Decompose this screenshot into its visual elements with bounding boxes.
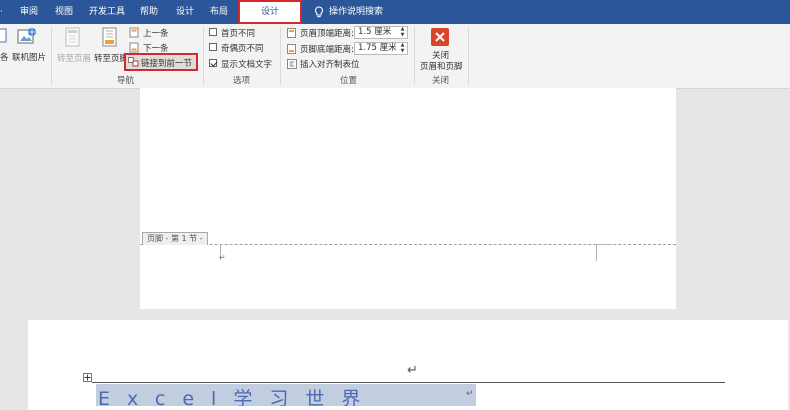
link-icon: [128, 57, 139, 67]
group-separator: [51, 27, 52, 84]
close-header-footer-icon[interactable]: [431, 28, 449, 46]
different-first-page-label[interactable]: 首页不同: [221, 27, 255, 39]
next-button[interactable]: 下一条: [143, 42, 169, 54]
position-group-label: 位置: [340, 76, 358, 86]
ribbon: 各 联机图片 转至页眉 转至页脚 上一条 下一条 链接到前一节 导航 首页不同 …: [0, 24, 790, 89]
footer-section-tag: 页脚 - 第 1 节 -: [142, 232, 208, 245]
footer-paragraph-mark[interactable]: ↵: [219, 253, 226, 262]
tab-design[interactable]: 设计: [176, 0, 194, 24]
spin-down-icon[interactable]: ▼: [399, 33, 406, 38]
alignment-tab-icon: [287, 59, 297, 69]
tab-cut-off[interactable]: ·: [0, 0, 3, 24]
spin-down-icon[interactable]: ▼: [399, 49, 406, 54]
footer-from-bottom-value: 1.75 厘米: [358, 43, 397, 53]
online-pictures-icon[interactable]: [17, 27, 37, 47]
navigation-group-label: 导航: [117, 76, 135, 86]
close-header-footer-line2[interactable]: 页眉和页脚: [420, 60, 463, 72]
online-pictures-label[interactable]: 联机图片: [12, 51, 46, 63]
margin-corner-mark: [596, 244, 612, 245]
item-cut-label: 各: [0, 53, 9, 63]
header-from-top-label: 页眉顶端距离:: [300, 29, 354, 39]
margin-corner-mark: [596, 244, 597, 261]
different-first-page-checkbox[interactable]: [209, 28, 217, 36]
move-icon: [84, 374, 91, 381]
footer-distance-icon: [287, 44, 296, 54]
header-rule-line: [92, 382, 725, 383]
tab-layout[interactable]: 布局: [210, 0, 228, 24]
link-to-previous-label: 链接到前一节: [141, 59, 193, 69]
document-page-1[interactable]: [140, 88, 676, 309]
goto-header-icon: [65, 27, 80, 47]
lightbulb-icon: [314, 5, 324, 17]
show-document-text-checkbox[interactable]: [209, 59, 217, 67]
group-separator: [414, 27, 415, 84]
tell-me-label: 操作说明搜索: [329, 7, 384, 17]
footer-from-bottom-input[interactable]: 1.75 厘米 ▲ ▼: [354, 42, 408, 55]
partial-icon[interactable]: [0, 27, 8, 45]
goto-footer-icon: [102, 27, 117, 47]
link-to-previous-button[interactable]: 链接到前一节: [124, 53, 198, 71]
goto-footer-button[interactable]: 转至页脚: [94, 52, 128, 64]
document-heading[interactable]: Excel学习世界: [96, 384, 476, 406]
close-group-label: 关闭: [432, 76, 450, 86]
different-odd-even-checkbox[interactable]: [209, 43, 217, 51]
previous-section-icon: [129, 27, 139, 38]
group-separator: [203, 27, 204, 84]
footer-from-bottom-label: 页脚底端距离:: [300, 45, 354, 55]
tab-review[interactable]: 审阅: [20, 0, 38, 24]
tab-help[interactable]: 帮助: [140, 0, 158, 24]
next-section-icon: [129, 42, 139, 53]
tab-view[interactable]: 视图: [55, 0, 73, 24]
ribbon-tab-bar: · 审阅 视图 开发工具 帮助 设计 布局 设计 操作说明搜索: [0, 0, 790, 24]
tell-me-search[interactable]: 操作说明搜索: [314, 0, 383, 24]
tab-design-active[interactable]: 设计: [238, 0, 302, 24]
options-group-label: 选项: [233, 76, 251, 86]
different-odd-even-label[interactable]: 奇偶页不同: [221, 42, 264, 54]
header-from-top-input[interactable]: 1.5 厘米 ▲ ▼: [354, 26, 408, 39]
previous-button[interactable]: 上一条: [143, 27, 169, 39]
cursor-mark: ↵: [466, 389, 474, 399]
header-from-top-value: 1.5 厘米: [358, 27, 392, 37]
tab-developer[interactable]: 开发工具: [89, 0, 125, 24]
table-move-handle[interactable]: [83, 373, 92, 382]
goto-header-button[interactable]: 转至页眉: [57, 52, 91, 64]
group-separator: [468, 27, 469, 84]
close-icon: [435, 32, 445, 42]
header-distance-icon: [287, 28, 296, 38]
show-document-text-label[interactable]: 显示文档文字: [221, 58, 272, 70]
page2-paragraph-mark[interactable]: ↵: [407, 363, 418, 378]
group-separator: [280, 27, 281, 84]
insert-alignment-tab-button[interactable]: 插入对齐制表位: [300, 58, 360, 70]
